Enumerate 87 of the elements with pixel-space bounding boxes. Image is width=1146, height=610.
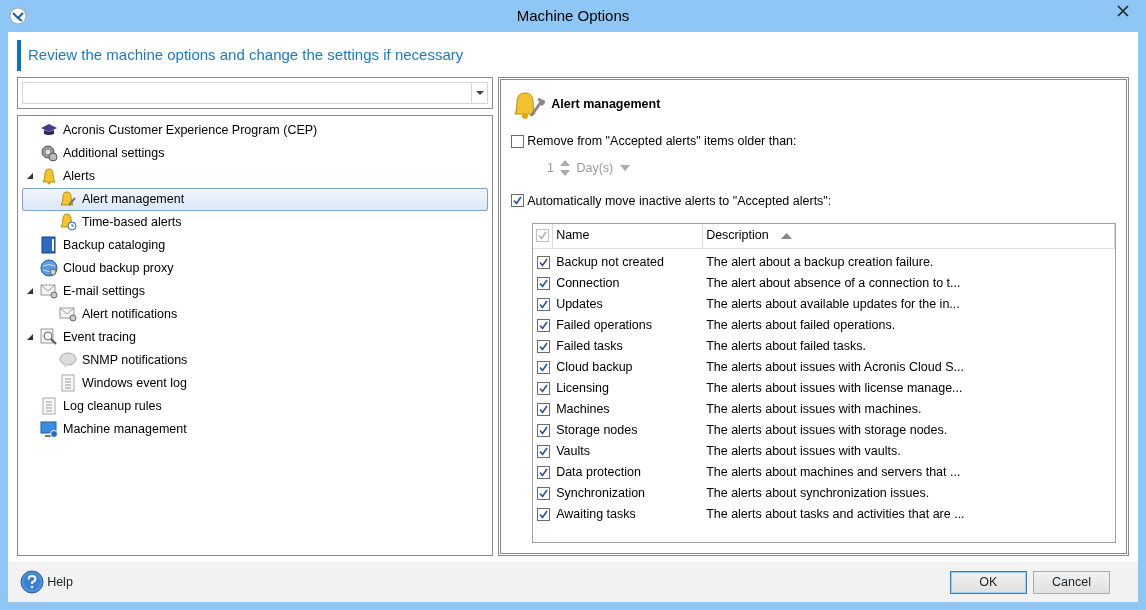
envelope-icon <box>59 305 77 323</box>
remove-option-label: Remove from "Accepted alerts" items older than: <box>527 133 797 150</box>
tree-item[interactable]: SNMP notifications <box>22 348 488 372</box>
alert-description-cell-text: The alerts about issues with vaults. <box>705 443 902 460</box>
tree-item[interactable]: Log cleanup rules <box>22 394 488 418</box>
tree-item[interactable]: Additional settings <box>22 141 488 165</box>
help-icon[interactable] <box>20 570 44 595</box>
dropdown-arrow-icon[interactable] <box>475 90 484 95</box>
remove-checkbox[interactable] <box>511 134 524 148</box>
expanded-arrow-icon[interactable] <box>27 334 33 340</box>
alert-description-cell-text: The alerts about tasks and activities that are ... <box>705 506 966 523</box>
tree-item[interactable]: Alert management <box>22 187 488 211</box>
app-logo-icon[interactable] <box>9 7 27 25</box>
monitor-icon <box>40 420 58 438</box>
alert-name-cell-text: Updates <box>555 296 604 313</box>
row-checkbox[interactable] <box>536 423 550 437</box>
tree-item[interactable]: Cloud backup proxy <box>22 256 488 280</box>
alert-description-cell-text: The alerts about issues with machines. <box>705 401 923 418</box>
close-icon[interactable] <box>1117 5 1129 18</box>
globe-icon <box>40 259 58 277</box>
row-checkbox[interactable] <box>536 360 550 374</box>
speech-bubble-icon <box>59 351 77 369</box>
expanded-arrow-icon[interactable] <box>27 288 33 294</box>
alert-name-cell-text: Vaults <box>555 443 591 460</box>
tree-item[interactable]: Acronis Customer Experience Program (CEP) <box>22 118 488 142</box>
magnifier-icon <box>40 328 58 346</box>
alert-name-cell-text: Cloud backup <box>555 359 634 376</box>
alert-name-cell-text: Failed tasks <box>555 338 624 355</box>
row-checkbox[interactable] <box>536 444 550 458</box>
row-checkbox[interactable] <box>536 486 550 500</box>
expanded-arrow-icon[interactable] <box>27 173 33 179</box>
bell-icon <box>40 167 58 185</box>
book-icon <box>40 236 58 254</box>
alert-name-cell-text: Connection <box>555 275 621 292</box>
alert-name-cell-text: Backup not created <box>555 254 665 271</box>
column-header[interactable]: Description <box>703 223 1115 248</box>
row-checkbox[interactable] <box>536 255 550 269</box>
envelope-icon <box>40 282 58 300</box>
move-option-label: Automatically move inactive alerts to "Accepted alerts": <box>527 192 832 210</box>
tree-item[interactable]: Time-based alerts <box>22 210 488 234</box>
column-header[interactable]: Name <box>553 223 703 248</box>
bell-clock-icon <box>59 213 77 231</box>
bell-wrench-icon <box>511 89 545 120</box>
alert-name-cell-text: Storage nodes <box>555 422 639 439</box>
bell-wrench-icon <box>59 190 77 208</box>
help-link[interactable]: Help <box>47 572 73 592</box>
tree-item[interactable]: Alerts <box>22 164 488 188</box>
alert-name-cell-text: Machines <box>555 401 611 418</box>
alert-description-cell-text: The alerts about available updates for the in... <box>705 296 961 313</box>
tree-item[interactable]: Alert notifications <box>22 302 488 326</box>
page-heading: Review the machine options and change the settings if necessary <box>17 40 1138 71</box>
row-checkbox[interactable] <box>536 465 550 479</box>
alert-name-cell-text: Licensing <box>555 380 610 397</box>
alert-description-cell-text: The alerts about issues with license manage... <box>705 380 964 397</box>
tree-item[interactable]: E-mail settings <box>22 279 488 303</box>
gears-icon <box>40 144 58 162</box>
row-checkbox[interactable] <box>536 507 550 521</box>
row-checkbox[interactable] <box>536 339 550 353</box>
alert-name-cell-text: Failed operations <box>555 317 654 334</box>
document-icon <box>40 397 58 415</box>
alert-description-cell-text: The alert about absence of a connection to t... <box>705 275 962 292</box>
move-checkbox[interactable] <box>511 194 524 208</box>
alert-description-cell-text: The alert about a backup creation failure. <box>705 254 935 271</box>
tree-item[interactable]: Event tracing <box>22 325 488 349</box>
row-checkbox[interactable] <box>536 381 550 395</box>
alert-name-cell-text: Awaiting tasks <box>555 506 637 523</box>
tree-item[interactable]: Machine management <box>22 417 488 441</box>
tree-item[interactable]: Windows event log <box>22 371 488 395</box>
document-icon <box>59 374 77 392</box>
alert-description-cell-text: The alerts about issues with Acronis Cloud S... <box>705 359 965 376</box>
panel-title: Alert management <box>551 96 661 114</box>
dialog-button[interactable]: OK <box>949 570 1027 594</box>
dialog-button[interactable]: Cancel <box>1033 570 1110 594</box>
sort-ascending-icon <box>781 232 793 239</box>
row-checkbox[interactable] <box>536 402 550 416</box>
tree-item[interactable]: Backup cataloging <box>22 233 488 257</box>
window-title: Machine Options <box>516 5 630 26</box>
alert-name-cell-text: Synchronization <box>555 485 647 502</box>
alert-description-cell-text: The alerts about machines and servers that ... <box>705 464 962 481</box>
row-checkbox[interactable] <box>536 276 550 290</box>
row-checkbox[interactable] <box>536 318 550 332</box>
alert-description-cell-text: The alerts about failed tasks. <box>705 338 867 355</box>
alert-name-cell-text: Data protection <box>555 464 642 481</box>
row-checkbox[interactable] <box>536 297 550 311</box>
alert-description-cell-text: The alerts about synchronization issues. <box>705 485 931 502</box>
alert-description-cell-text: The alerts about issues with storage nodes. <box>705 422 949 439</box>
alert-description-cell-text: The alerts about failed operations. <box>705 317 897 334</box>
